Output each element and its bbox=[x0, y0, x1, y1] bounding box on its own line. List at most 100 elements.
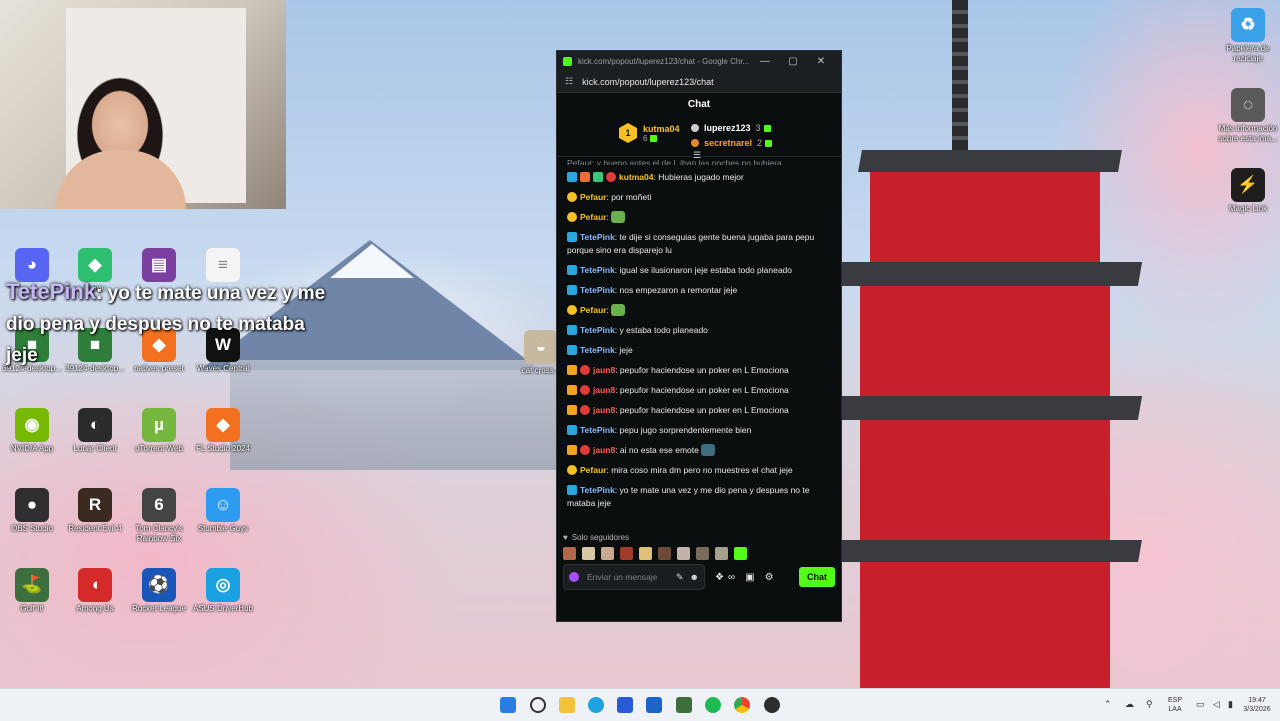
chat-popout-window[interactable]: kick.com/popout/luperez123/chat - Google… bbox=[556, 50, 842, 622]
chat-username[interactable]: Pefaur bbox=[580, 305, 606, 315]
recent-emote-icon[interactable] bbox=[696, 546, 709, 560]
recent-emote-icon[interactable] bbox=[658, 546, 671, 560]
chat-username[interactable]: Pefaur bbox=[580, 465, 606, 475]
search-icon[interactable] bbox=[530, 697, 546, 713]
send-chat-button[interactable]: Chat bbox=[799, 567, 835, 587]
display-icon[interactable]: ▭ bbox=[1196, 699, 1206, 709]
close-icon[interactable]: ✕ bbox=[807, 56, 835, 67]
desktop-shortcut[interactable]: µ uTorrent Web bbox=[123, 408, 195, 454]
chat-username[interactable]: TetePink bbox=[580, 285, 615, 295]
site-settings-icon[interactable]: ☷ bbox=[565, 76, 573, 87]
user-badge-icon bbox=[580, 385, 590, 395]
network-icon[interactable]: ☁ bbox=[1125, 699, 1135, 709]
desktop-shortcut[interactable]: ◐ Lunar Client bbox=[59, 408, 131, 454]
volume-icon[interactable]: ◁ bbox=[1213, 699, 1223, 709]
recent-emote-icon[interactable] bbox=[734, 546, 747, 560]
chat-message[interactable]: jaun8: pepufor haciendose un poker en L … bbox=[567, 364, 833, 377]
chat-message[interactable]: TetePink: yo te mate una vez y me dio pe… bbox=[567, 484, 833, 510]
battery-icon[interactable]: ▮ bbox=[1228, 699, 1238, 709]
desktop-shortcut[interactable]: 6 Tom Clancy's Rainbow Six bbox=[123, 488, 195, 544]
chat-username[interactable]: TetePink bbox=[580, 232, 615, 242]
chat-username[interactable]: TetePink bbox=[580, 485, 615, 495]
chat-message[interactable]: TetePink: jeje bbox=[567, 344, 833, 357]
chat-message[interactable]: Pefaur: bbox=[567, 304, 833, 317]
chat-message[interactable]: TetePink: te dije si conseguias gente bu… bbox=[567, 231, 833, 257]
chrome-icon[interactable] bbox=[734, 697, 750, 713]
settings-gear-icon[interactable]: ⚙ bbox=[765, 572, 774, 583]
desktop-shortcut[interactable]: ◉ NVIDIA App bbox=[0, 408, 68, 454]
recent-emote-icon[interactable] bbox=[563, 546, 576, 560]
minimize-icon[interactable]: — bbox=[751, 56, 779, 67]
address-bar[interactable]: ☷ kick.com/popout/luperez123/chat bbox=[557, 71, 841, 93]
show-hidden-icons-icon[interactable]: ⌃ bbox=[1104, 699, 1114, 709]
desktop-shortcut[interactable]: ⚽ Rocket League bbox=[123, 568, 195, 614]
chat-username[interactable]: kutma04 bbox=[619, 172, 654, 182]
recent-emote-icon[interactable] bbox=[715, 546, 728, 560]
chat-message[interactable]: Pefaur: mira coso mira dm pero no muestr… bbox=[567, 464, 833, 477]
microphone-tray-icon[interactable]: ⚲ bbox=[1146, 699, 1156, 709]
recent-emote-icon[interactable] bbox=[677, 546, 690, 560]
gift-store-icon[interactable]: ▣ bbox=[745, 572, 754, 583]
clock[interactable]: 19:47 3/3/2026 bbox=[1240, 696, 1274, 714]
desktop-shortcut[interactable]: ⚡ Magic Link bbox=[1212, 168, 1280, 214]
microphone-icon[interactable] bbox=[569, 572, 579, 582]
chat-username[interactable]: TetePink bbox=[580, 345, 615, 355]
chat-username[interactable]: TetePink bbox=[580, 425, 615, 435]
chat-username[interactable]: jaun8 bbox=[593, 405, 615, 415]
gifter-item[interactable]: luperez123 3 bbox=[691, 123, 771, 133]
desktop-shortcut[interactable]: R Resident Evil 4 bbox=[59, 488, 131, 534]
window-titlebar[interactable]: kick.com/popout/luperez123/chat - Google… bbox=[557, 51, 841, 71]
store-icon[interactable] bbox=[617, 697, 633, 713]
recent-emote-icon[interactable] bbox=[582, 546, 595, 560]
recent-emote-icon[interactable] bbox=[601, 546, 614, 560]
chat-username[interactable]: jaun8 bbox=[593, 445, 615, 455]
maximize-icon[interactable]: ▢ bbox=[779, 56, 807, 67]
chat-message[interactable]: TetePink: nos empezaron a remontar jeje bbox=[567, 284, 833, 297]
recent-emote-icon[interactable] bbox=[639, 546, 652, 560]
chat-input[interactable]: Enviar un mensaje ✎ ☻ bbox=[563, 564, 705, 590]
infinity-icon[interactable]: ∞ bbox=[728, 572, 735, 583]
chat-input-placeholder[interactable]: Enviar un mensaje bbox=[587, 572, 670, 582]
chat-username[interactable]: TetePink bbox=[580, 265, 615, 275]
desktop-shortcut[interactable]: ♻ Papelera de reciclaje bbox=[1212, 8, 1280, 64]
start-menu-icon[interactable] bbox=[500, 697, 516, 713]
desktop-shortcut[interactable]: ◎ ASUS DriverHub bbox=[187, 568, 259, 614]
language-indicator[interactable]: ESP LAA bbox=[1168, 696, 1182, 714]
chat-message[interactable]: jaun8: ai no esta ese emote bbox=[567, 444, 833, 457]
chat-username[interactable]: TetePink bbox=[580, 325, 615, 335]
game-app-icon[interactable] bbox=[676, 697, 692, 713]
top-gifter[interactable]: 1 kutma04 6 bbox=[619, 123, 680, 143]
desktop-shortcut[interactable]: ☺ Stumble Guys bbox=[187, 488, 259, 534]
chat-message[interactable]: TetePink: igual se ilusionaron jeje esta… bbox=[567, 264, 833, 277]
text-format-icon[interactable]: ✎ bbox=[676, 572, 684, 583]
edge-browser-icon[interactable] bbox=[588, 697, 604, 713]
chat-message[interactable]: jaun8: pepufor haciendose un poker en L … bbox=[567, 384, 833, 397]
outlook-icon[interactable] bbox=[646, 697, 662, 713]
chat-message[interactable]: kutma04: Hubieras jugado mejor bbox=[567, 171, 833, 184]
desktop-shortcut[interactable]: ● OBS Studio bbox=[0, 488, 68, 534]
chat-message[interactable]: Pefaur: bbox=[567, 211, 833, 224]
emoji-icon[interactable]: ☻ bbox=[690, 572, 699, 582]
emote-picker-icon[interactable]: ❖ bbox=[715, 572, 724, 583]
desktop-shortcut[interactable]: ⛳ Golf It! bbox=[0, 568, 68, 614]
file-explorer-icon[interactable] bbox=[559, 697, 575, 713]
chat-username[interactable]: jaun8 bbox=[593, 365, 615, 375]
chat-username[interactable]: jaun8 bbox=[593, 385, 615, 395]
gifter-name: luperez123 bbox=[704, 123, 751, 133]
chat-message[interactable]: TetePink: y estaba todo planeado bbox=[567, 324, 833, 337]
chat-messages[interactable]: Pefaur: y bueno antes el de L iban las n… bbox=[557, 157, 841, 530]
chat-username[interactable]: Pefaur bbox=[580, 192, 606, 202]
chat-message[interactable]: jaun8: pepufor haciendose un poker en L … bbox=[567, 404, 833, 417]
recent-emote-icon[interactable] bbox=[620, 546, 633, 560]
desktop-shortcut[interactable]: ◆ FL Studio 2024 bbox=[187, 408, 259, 454]
desktop-shortcut[interactable]: ◖ Among Us bbox=[59, 568, 131, 614]
chat-message[interactable]: Pefaur: por moñeti bbox=[567, 191, 833, 204]
chat-message[interactable]: TetePink: pepu jugo sorprendentemente bi… bbox=[567, 424, 833, 437]
spotify-icon[interactable] bbox=[705, 697, 721, 713]
obs-taskbar-icon[interactable] bbox=[764, 697, 780, 713]
chat-username[interactable]: Pefaur bbox=[580, 212, 606, 222]
gifter-item[interactable]: secretnarel 2 bbox=[691, 138, 773, 148]
url-text[interactable]: kick.com/popout/luperez123/chat bbox=[582, 77, 714, 87]
desktop-shortcut[interactable]: ◌ Más información sobre esta ima... bbox=[1212, 88, 1280, 144]
gold-rank-badge-icon: 1 bbox=[619, 123, 637, 143]
